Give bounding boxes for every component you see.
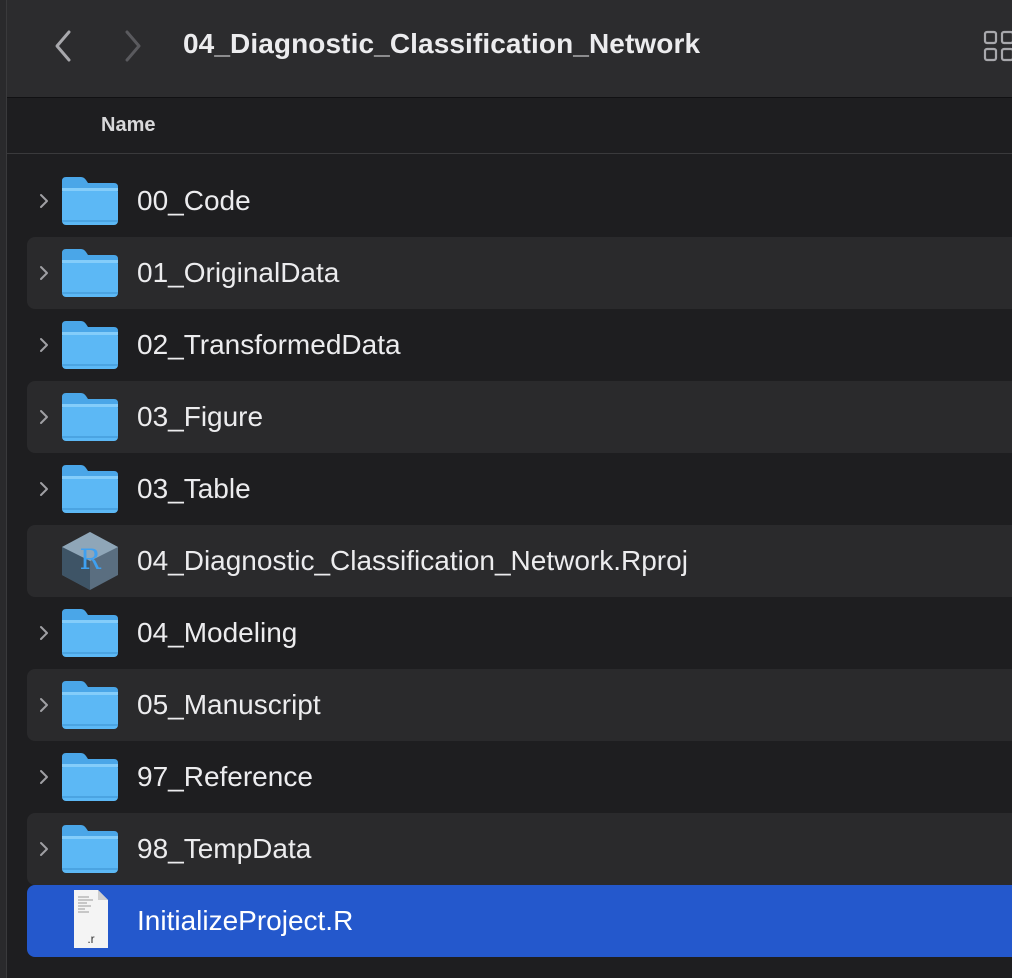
disclosure-triangle[interactable]: [37, 191, 51, 211]
folder-icon: [62, 393, 118, 441]
item-name: 03_Figure: [137, 401, 264, 432]
list-item[interactable]: 05_Manuscript: [27, 669, 1012, 741]
folder-icon: [62, 321, 118, 369]
item-name: 02_TransformedData: [137, 329, 401, 360]
list-item[interactable]: 00_Code: [27, 165, 1012, 237]
item-name: 03_Table: [137, 473, 251, 504]
disclosure-chevron-icon: [40, 626, 48, 640]
list-item[interactable]: 02_TransformedData: [27, 309, 1012, 381]
folder-icon: [62, 177, 118, 225]
disclosure-chevron-icon: [40, 482, 48, 496]
file-icon: .r: [59, 889, 121, 948]
rproj-icon: R: [62, 532, 118, 590]
svg-text:.r: .r: [87, 932, 94, 946]
folder-icon: [62, 753, 118, 801]
disclosure-triangle[interactable]: [37, 695, 51, 715]
grid-view-icon: [983, 30, 1012, 62]
file-icon: [59, 821, 121, 877]
back-button[interactable]: [45, 26, 81, 66]
file-icon: [59, 749, 121, 805]
r-script-file-icon: .r: [74, 890, 108, 948]
disclosure-triangle[interactable]: [37, 263, 51, 283]
disclosure-chevron-icon: [40, 194, 48, 208]
file-icon: [59, 245, 121, 301]
disclosure-chevron-icon: [40, 698, 48, 712]
disclosure-triangle[interactable]: [37, 839, 51, 859]
name-column-header[interactable]: Name: [101, 114, 155, 137]
forward-button[interactable]: [115, 26, 151, 66]
item-name: 98_TempData: [137, 833, 312, 864]
column-header: Name: [7, 99, 1012, 154]
folder-icon: [62, 609, 118, 657]
item-name: 04_Diagnostic_Classification_Network.Rpr…: [137, 545, 688, 576]
item-name: 05_Manuscript: [137, 689, 321, 720]
folder-icon: [62, 249, 118, 297]
folder-icon: [62, 681, 118, 729]
disclosure-chevron-icon: [40, 770, 48, 784]
disclosure-chevron-icon: [40, 338, 48, 352]
disclosure-chevron-icon: [40, 266, 48, 280]
item-name: 00_Code: [137, 185, 251, 216]
chevron-left-icon: [55, 30, 71, 62]
file-icon: [59, 677, 121, 733]
window-title: 04_Diagnostic_Classification_Network: [183, 28, 701, 59]
svg-text:R: R: [79, 543, 101, 576]
view-toggle-button[interactable]: [983, 30, 1012, 64]
item-name: InitializeProject.R: [137, 905, 354, 936]
disclosure-chevron-icon: [40, 410, 48, 424]
file-icon: [59, 605, 121, 661]
finder-window: 04_Diagnostic_Classification_Network Nam…: [6, 0, 1012, 978]
item-name: 97_Reference: [137, 761, 313, 792]
file-icon: [59, 173, 121, 229]
list-item[interactable]: 01_OriginalData: [27, 237, 1012, 309]
list-item[interactable]: 03_Table: [27, 453, 1012, 525]
folder-icon: [62, 465, 118, 513]
list-item[interactable]: R 04_Diagnostic_Classification_Network.R…: [27, 525, 1012, 597]
file-icon: [59, 389, 121, 445]
file-icon: [59, 461, 121, 517]
list-item[interactable]: 98_TempData: [27, 813, 1012, 885]
disclosure-triangle[interactable]: [37, 407, 51, 427]
list-item[interactable]: .r InitializeProject.R: [27, 885, 1012, 957]
disclosure-triangle[interactable]: [37, 335, 51, 355]
file-icon: R: [59, 531, 121, 590]
chevron-right-icon: [125, 30, 141, 62]
list-item[interactable]: 03_Figure: [27, 381, 1012, 453]
folder-icon: [62, 825, 118, 873]
disclosure-triangle[interactable]: [37, 767, 51, 787]
toolbar: 04_Diagnostic_Classification_Network: [7, 0, 1012, 98]
file-icon: [59, 317, 121, 373]
list-item[interactable]: 97_Reference: [27, 741, 1012, 813]
disclosure-triangle[interactable]: [37, 623, 51, 643]
disclosure-chevron-icon: [40, 842, 48, 856]
item-name: 01_OriginalData: [137, 257, 340, 288]
list-item[interactable]: 04_Modeling: [27, 597, 1012, 669]
item-name: 04_Modeling: [137, 617, 298, 648]
disclosure-triangle[interactable]: [37, 479, 51, 499]
